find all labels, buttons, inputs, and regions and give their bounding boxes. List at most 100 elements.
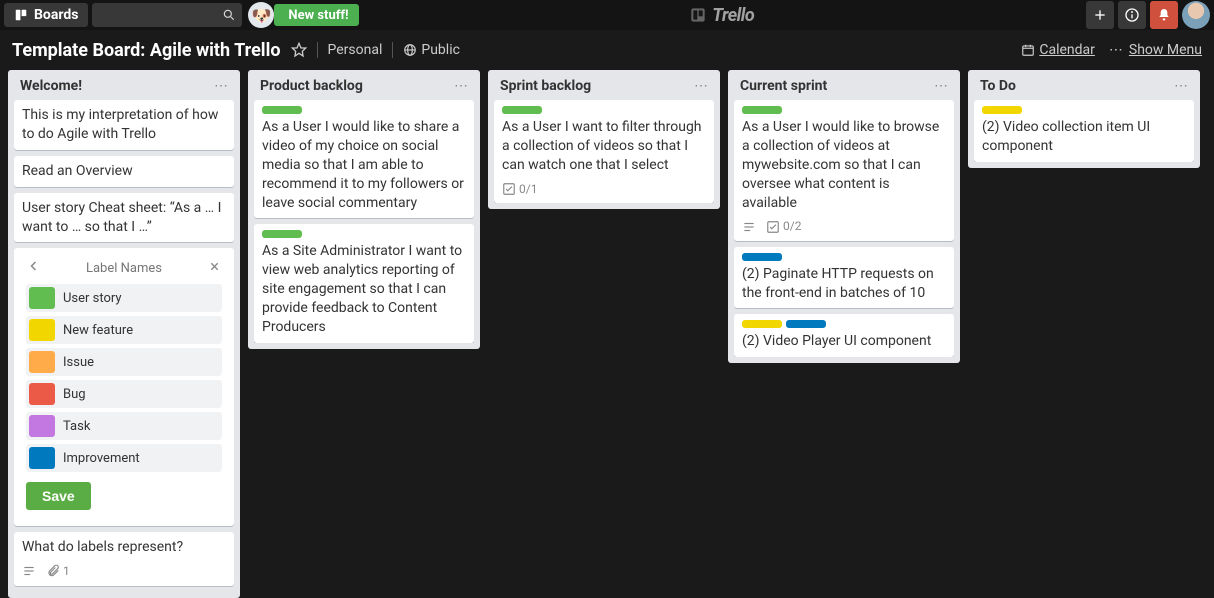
card-text: As a User I would like to share a video …: [262, 118, 466, 212]
swatch-green: [29, 287, 55, 309]
trello-logo-text: Trello: [712, 5, 754, 26]
bell-icon: [1156, 7, 1172, 23]
label-row-green[interactable]: User story: [26, 284, 222, 312]
label-row-red[interactable]: Bug: [26, 380, 222, 408]
card[interactable]: (2) Video collection item UI component: [974, 100, 1194, 162]
card[interactable]: As a Site Administrator I want to view w…: [254, 224, 474, 342]
card[interactable]: Read an Overview: [14, 156, 234, 187]
card[interactable]: As a User I would like to share a video …: [254, 100, 474, 218]
public-label: Public: [421, 42, 460, 58]
label-name: New feature: [63, 322, 133, 340]
search-icon: [222, 8, 236, 22]
team-personal[interactable]: Personal: [328, 42, 383, 58]
card[interactable]: What do labels represent? 1: [14, 532, 234, 585]
label-row-orange[interactable]: Issue: [26, 348, 222, 376]
swatch-yellow: [29, 319, 55, 341]
card-text: As a Site Administrator I want to view w…: [262, 242, 466, 336]
notifications-button[interactable]: [1150, 1, 1178, 29]
list-menu-button[interactable]: ⋯: [934, 78, 950, 94]
label-name: User story: [63, 290, 122, 308]
card[interactable]: As a User I would like to browse a colle…: [734, 100, 954, 241]
calendar-label: Calendar: [1039, 42, 1095, 58]
label-row-blue[interactable]: Improvement: [26, 444, 222, 472]
card-label-green: [262, 230, 302, 238]
save-button[interactable]: Save: [26, 482, 91, 510]
card-label-yellow: [982, 106, 1022, 114]
popover-back-button[interactable]: [28, 259, 40, 278]
list-menu-button[interactable]: ⋯: [214, 78, 230, 94]
label-names-popover: Label Names User story New feature Issue…: [18, 252, 230, 518]
list-title[interactable]: Sprint backlog: [500, 78, 591, 94]
list-to-do: To Do ⋯ (2) Video collection item UI com…: [968, 70, 1200, 168]
trello-logo[interactable]: Trello: [690, 5, 754, 26]
list-title[interactable]: Product backlog: [260, 78, 363, 94]
star-icon: [291, 42, 307, 58]
checklist-badge: 0/1: [502, 181, 537, 197]
card-text: As a User I would like to browse a colle…: [742, 118, 946, 212]
popover-close-button[interactable]: [209, 259, 220, 278]
boards-label: Boards: [34, 7, 78, 23]
personal-label: Personal: [328, 42, 383, 58]
avatar[interactable]: [1182, 1, 1210, 29]
calendar-icon: [1021, 43, 1035, 57]
list-title[interactable]: Current sprint: [740, 78, 827, 94]
search-input[interactable]: [92, 3, 242, 27]
boards-button[interactable]: Boards: [4, 3, 88, 27]
list-product-backlog: Product backlog ⋯ As a User I would like…: [248, 70, 480, 349]
show-menu-label: Show Menu: [1129, 42, 1202, 58]
list-title[interactable]: To Do: [980, 78, 1016, 94]
list-menu-button[interactable]: ⋯: [454, 78, 470, 94]
attachment-icon: [46, 564, 60, 578]
plus-icon: [1092, 7, 1108, 23]
card[interactable]: (2) Video Player UI component: [734, 314, 954, 357]
card[interactable]: (2) Paginate HTTP requests on the front-…: [734, 247, 954, 309]
label-name: Issue: [63, 354, 94, 372]
card-label-green: [502, 106, 542, 114]
star-button[interactable]: [291, 42, 307, 58]
card-label-green: [262, 106, 302, 114]
list-sprint-backlog: Sprint backlog ⋯ As a User I want to fil…: [488, 70, 720, 209]
list-menu-button[interactable]: ⋯: [1174, 78, 1190, 94]
global-header: Boards 🐶 New stuff! Trello: [0, 0, 1214, 30]
swatch-purple: [29, 415, 55, 437]
create-button[interactable]: [1086, 1, 1114, 29]
label-name: Task: [63, 418, 90, 436]
card-text: (2) Paginate HTTP requests on the front-…: [742, 265, 946, 303]
card-text: (2) Video collection item UI component: [982, 118, 1186, 156]
label-row-yellow[interactable]: New feature: [26, 316, 222, 344]
board-title[interactable]: Template Board: Agile with Trello: [12, 40, 281, 61]
visibility-public[interactable]: Public: [403, 42, 460, 58]
label-name: Bug: [63, 386, 86, 404]
card-text: What do labels represent?: [22, 538, 226, 557]
attachment-count: 1: [63, 563, 70, 579]
calendar-link[interactable]: Calendar: [1021, 42, 1095, 58]
info-button[interactable]: [1118, 1, 1146, 29]
card-label-green: [742, 106, 782, 114]
show-menu-button[interactable]: ⋯ Show Menu: [1109, 42, 1202, 58]
separator: [392, 42, 393, 58]
checklist-count: 0/2: [783, 218, 801, 234]
card-label-blue: [742, 253, 782, 261]
checklist-icon: [502, 182, 516, 196]
list-title[interactable]: Welcome!: [20, 78, 82, 94]
checklist-icon: [766, 220, 780, 234]
separator: [317, 42, 318, 58]
card[interactable]: As a User I want to filter through a col…: [494, 100, 714, 203]
label-row-purple[interactable]: Task: [26, 412, 222, 440]
list-current-sprint: Current sprint ⋯ As a User I would like …: [728, 70, 960, 363]
card-label-yellow: [742, 320, 782, 328]
new-stuff-badge[interactable]: New stuff!: [274, 4, 358, 26]
card[interactable]: User story Cheat sheet: “As a … I want t…: [14, 193, 234, 243]
list-menu-button[interactable]: ⋯: [694, 78, 710, 94]
swatch-red: [29, 383, 55, 405]
swatch-blue: [29, 447, 55, 469]
card[interactable]: This is my interpretation of how to do A…: [14, 100, 234, 150]
description-icon: [742, 220, 756, 234]
board-canvas[interactable]: Welcome! ⋯ This is my interpretation of …: [0, 70, 1214, 598]
swatch-orange: [29, 351, 55, 373]
description-icon: [22, 564, 36, 578]
card-text: (2) Video Player UI component: [742, 332, 946, 351]
popover-title: Label Names: [86, 260, 162, 278]
close-icon: [209, 261, 220, 272]
card-with-popover[interactable]: Label Names User story New feature Issue…: [14, 248, 234, 526]
